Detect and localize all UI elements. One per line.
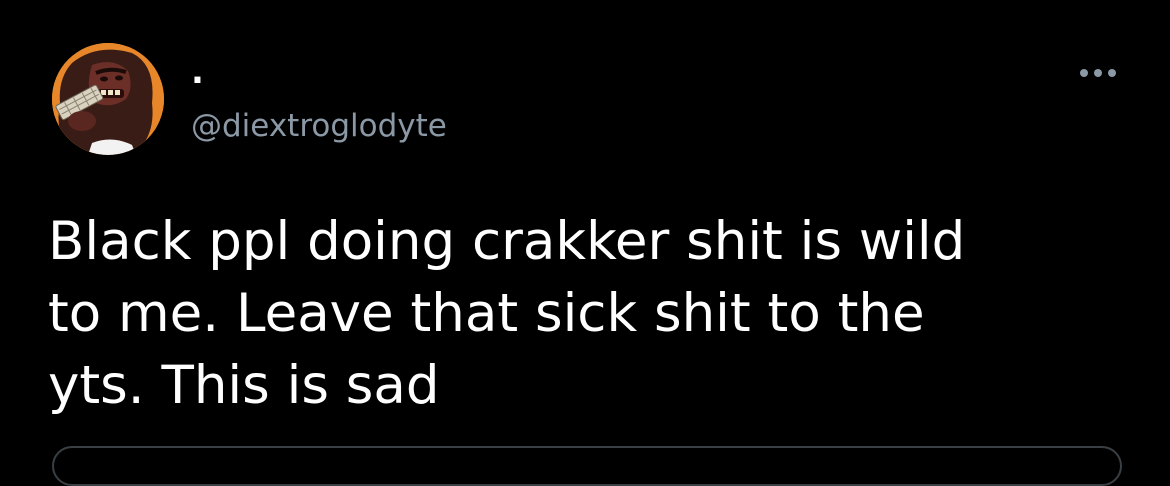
- caveman-avatar-icon: [52, 43, 164, 155]
- quoted-card[interactable]: [52, 446, 1122, 486]
- more-horizontal-icon: [1080, 69, 1116, 77]
- tweet: . @diextroglodyte Black ppl doing crakke…: [0, 0, 1170, 486]
- user-handle[interactable]: @diextroglodyte: [191, 106, 447, 146]
- avatar[interactable]: [52, 43, 164, 155]
- tweet-text: Black ppl doing crakker shit is wild to …: [48, 211, 966, 416]
- more-options-button[interactable]: [1070, 58, 1126, 88]
- display-name[interactable]: .: [191, 52, 204, 92]
